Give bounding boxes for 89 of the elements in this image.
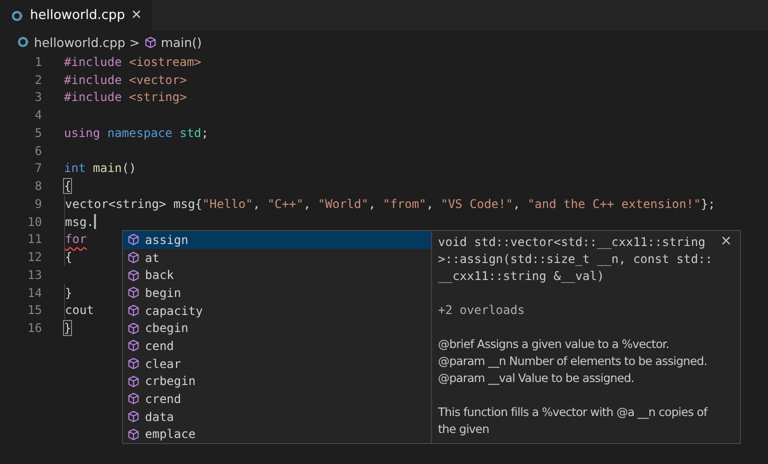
code-text: "and the C++ extension!" bbox=[527, 196, 701, 211]
description-text: This function fills a %vector with @a __n copies of the given bbox=[438, 404, 709, 438]
suggestion-item[interactable]: data bbox=[123, 408, 431, 426]
suggestion-item[interactable]: emplace bbox=[123, 425, 431, 444]
suggestion-item[interactable]: back bbox=[123, 266, 431, 284]
method-icon bbox=[127, 410, 140, 424]
code-text: }; bbox=[700, 196, 716, 211]
function-signature: void std::vector<std::__cxx11::string >::assign(std::size_t __n, const std::__cxx11::string &__val) bbox=[438, 234, 714, 285]
line-number: 9 bbox=[34, 196, 43, 211]
code-text: namespace bbox=[106, 126, 172, 140]
line-number: 8 bbox=[34, 179, 43, 194]
code-text: , bbox=[252, 196, 262, 211]
code-text: ; bbox=[201, 126, 209, 140]
line-number: 6 bbox=[34, 144, 43, 158]
suggestion-item[interactable]: clear bbox=[123, 354, 431, 372]
code-text: using bbox=[64, 126, 100, 140]
line-number: 4 bbox=[34, 108, 43, 122]
code-text: #include bbox=[64, 72, 122, 87]
breadcrumb-item[interactable]: main() bbox=[160, 34, 202, 50]
code-error: for bbox=[65, 232, 87, 246]
method-icon bbox=[127, 286, 140, 300]
code-text: msg. bbox=[65, 214, 94, 229]
line-number: 3 bbox=[34, 90, 43, 104]
close-icon[interactable]: ✕ bbox=[131, 8, 142, 23]
overloads-text: +2 overloads bbox=[438, 302, 526, 319]
suggestion-item[interactable]: assign bbox=[123, 231, 431, 249]
close-icon[interactable]: × bbox=[720, 233, 732, 249]
code-text: "from" bbox=[382, 196, 426, 211]
line-number: 1 bbox=[34, 54, 43, 69]
suggestion-item[interactable]: at bbox=[123, 248, 431, 266]
code-text: std bbox=[178, 126, 202, 140]
cpp-file-icon bbox=[12, 10, 24, 22]
suggestion-item[interactable]: cbegin bbox=[123, 319, 431, 338]
line-number: 13 bbox=[26, 268, 43, 282]
code-text: <vector> bbox=[128, 72, 187, 87]
code-text: #include bbox=[64, 54, 122, 69]
suggestion-item[interactable]: capacity bbox=[123, 302, 431, 320]
doc-line: @param __val Value to be assigned. bbox=[438, 370, 636, 387]
code-text: } bbox=[64, 321, 72, 336]
method-icon bbox=[127, 268, 140, 282]
code-text: int bbox=[64, 161, 86, 176]
symbol-icon bbox=[144, 36, 157, 48]
code-text: , bbox=[303, 196, 312, 211]
code-text: { bbox=[65, 250, 72, 264]
method-icon bbox=[127, 304, 140, 318]
code-text: () bbox=[122, 161, 136, 176]
editor-tab[interactable]: helloworld.cpp ✕ bbox=[0, 0, 152, 31]
code-text: cout bbox=[65, 303, 94, 318]
code-text: #include bbox=[64, 90, 122, 104]
code-text: , bbox=[512, 196, 522, 211]
method-icon bbox=[127, 357, 140, 370]
code-text: <string> bbox=[128, 90, 187, 104]
method-icon bbox=[127, 428, 140, 441]
line-number: 5 bbox=[34, 126, 43, 140]
line-number: 12 bbox=[26, 250, 43, 264]
code-text: "C++" bbox=[267, 196, 304, 211]
method-icon bbox=[127, 251, 140, 264]
line-number: 11 bbox=[26, 232, 43, 246]
method-icon bbox=[127, 233, 140, 246]
method-icon bbox=[127, 374, 140, 388]
code-text: { bbox=[64, 179, 72, 194]
line-number: 10 bbox=[26, 214, 43, 229]
line-number: 16 bbox=[26, 321, 43, 336]
suggestion-item[interactable]: crend bbox=[123, 390, 431, 408]
method-icon bbox=[127, 322, 140, 335]
code-text: } bbox=[65, 286, 72, 300]
code-text: , bbox=[426, 196, 435, 211]
line-number: 7 bbox=[34, 161, 43, 176]
tab-label: helloworld.cpp bbox=[30, 8, 125, 23]
code-text: <iostream> bbox=[128, 54, 202, 69]
line-number: 14 bbox=[26, 286, 43, 300]
doc-line: @brief Assigns a given value to a %vector. bbox=[438, 336, 670, 353]
code-text: main bbox=[92, 161, 122, 176]
cpp-file-icon bbox=[18, 36, 30, 48]
line-number: 15 bbox=[26, 303, 43, 318]
code-text: "VS Code!" bbox=[440, 196, 513, 211]
line-number: 2 bbox=[34, 72, 43, 87]
code-text: "World" bbox=[318, 196, 368, 211]
code-text: vector<string> msg{ bbox=[65, 196, 202, 211]
breadcrumb-item[interactable]: helloworld.cpp bbox=[34, 34, 126, 50]
doc-line: @param __n Number of elements to be assigned. bbox=[438, 353, 708, 370]
code-text: "Hello" bbox=[202, 196, 253, 211]
method-icon bbox=[127, 339, 140, 352]
suggestion-item[interactable]: begin bbox=[123, 284, 431, 302]
suggestion-item[interactable]: crbegin bbox=[123, 372, 431, 390]
code-text: , bbox=[368, 196, 377, 211]
method-icon bbox=[127, 392, 140, 406]
suggestion-item[interactable]: cend bbox=[123, 337, 431, 355]
breadcrumb-separator: > bbox=[129, 34, 140, 50]
